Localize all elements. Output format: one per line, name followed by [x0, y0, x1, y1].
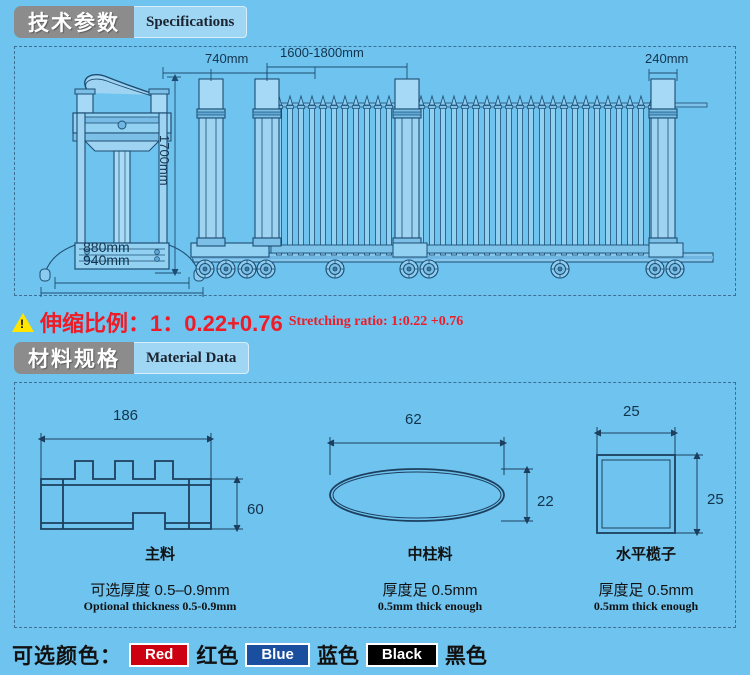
color-options-label: 可选颜色： — [12, 645, 122, 668]
material-specs-panel: 186 60 主料 可选厚度 0.5–0.9mm Optional thickn… — [14, 382, 736, 628]
rail-material-name: 水平榄子 — [615, 546, 676, 563]
square-tube-profile-drawing — [593, 427, 703, 537]
column-thickness-en: 0.5mm thick enough — [377, 599, 483, 613]
main-material-name: 主料 — [144, 546, 175, 563]
color-name-red: 红色 — [196, 645, 239, 668]
color-swatch-black[interactable]: Black — [365, 643, 438, 667]
color-swatch-blue[interactable]: Blue — [245, 643, 310, 667]
main-width-label: 186 — [113, 407, 139, 424]
material-section-header: 材料规格 Material Data — [14, 342, 250, 374]
retractable-gate-body-drawing — [190, 78, 714, 279]
stretching-ratio-en: Stretching ratio: 1:0.22 +0.76 — [288, 314, 464, 329]
specifications-title-en: Specifications — [134, 6, 248, 38]
stretching-ratio-row: 伸缩比例：1：0.22+0.76 Stretching ratio: 1:0.2… — [12, 306, 463, 338]
warning-triangle-icon — [12, 312, 34, 332]
column-material-name: 中柱料 — [407, 546, 453, 563]
dim-740-label: 740mm — [205, 51, 249, 66]
specifications-section-header: 技术参数 Specifications — [14, 6, 248, 38]
main-height-label: 60 — [247, 501, 264, 518]
specifications-title-cn: 技术参数 — [14, 6, 134, 38]
rail-thickness-en: 0.5mm thick enough — [593, 599, 699, 613]
dim-1700-label: 1700mm — [157, 135, 172, 186]
material-title-en: Material Data — [134, 342, 250, 374]
castellated-profile-drawing — [37, 433, 243, 533]
specifications-drawing-panel: 740mm 1600-1800mm 240mm 1700mm 880mm 940… — [14, 45, 736, 297]
material-item-rail: 25 25 水平榄子 厚度足 0.5mm 0.5mm thick enough — [555, 383, 737, 627]
dim-240-label: 240mm — [645, 51, 689, 66]
dim-940-label: 940mm — [83, 252, 130, 268]
stretching-ratio-cn: 伸缩比例：1：0.22+0.76 — [40, 311, 283, 336]
color-swatch-red[interactable]: Red — [129, 643, 190, 667]
color-name-blue: 蓝色 — [316, 645, 359, 668]
rail-width-label: 25 — [623, 403, 640, 420]
rail-thickness-cn: 厚度足 0.5mm — [598, 582, 694, 599]
rail-height-label: 25 — [707, 491, 724, 508]
column-height-label: 22 — [537, 493, 554, 510]
dim-1600-1800-label: 1600-1800mm — [280, 45, 364, 60]
main-thickness-en: Optional thickness 0.5-0.9mm — [83, 599, 237, 613]
material-item-column: 62 22 中柱料 厚度足 0.5mm 0.5mm thick enough — [305, 383, 555, 627]
color-name-black: 黑色 — [444, 645, 487, 668]
color-options-row: 可选颜色： Red 红色 Blue 蓝色 Black 黑色 — [12, 640, 487, 670]
column-thickness-cn: 厚度足 0.5mm — [382, 582, 478, 599]
column-width-label: 62 — [405, 411, 422, 428]
material-item-main: 186 60 主料 可选厚度 0.5–0.9mm Optional thickn… — [15, 383, 305, 627]
material-title-cn: 材料规格 — [14, 342, 134, 374]
ellipse-profile-drawing — [326, 437, 533, 525]
spec-sheet-page: 技术参数 Specifications 740mm 1600-1800mm 24… — [0, 0, 750, 675]
main-thickness-cn: 可选厚度 0.5–0.9mm — [90, 582, 230, 599]
